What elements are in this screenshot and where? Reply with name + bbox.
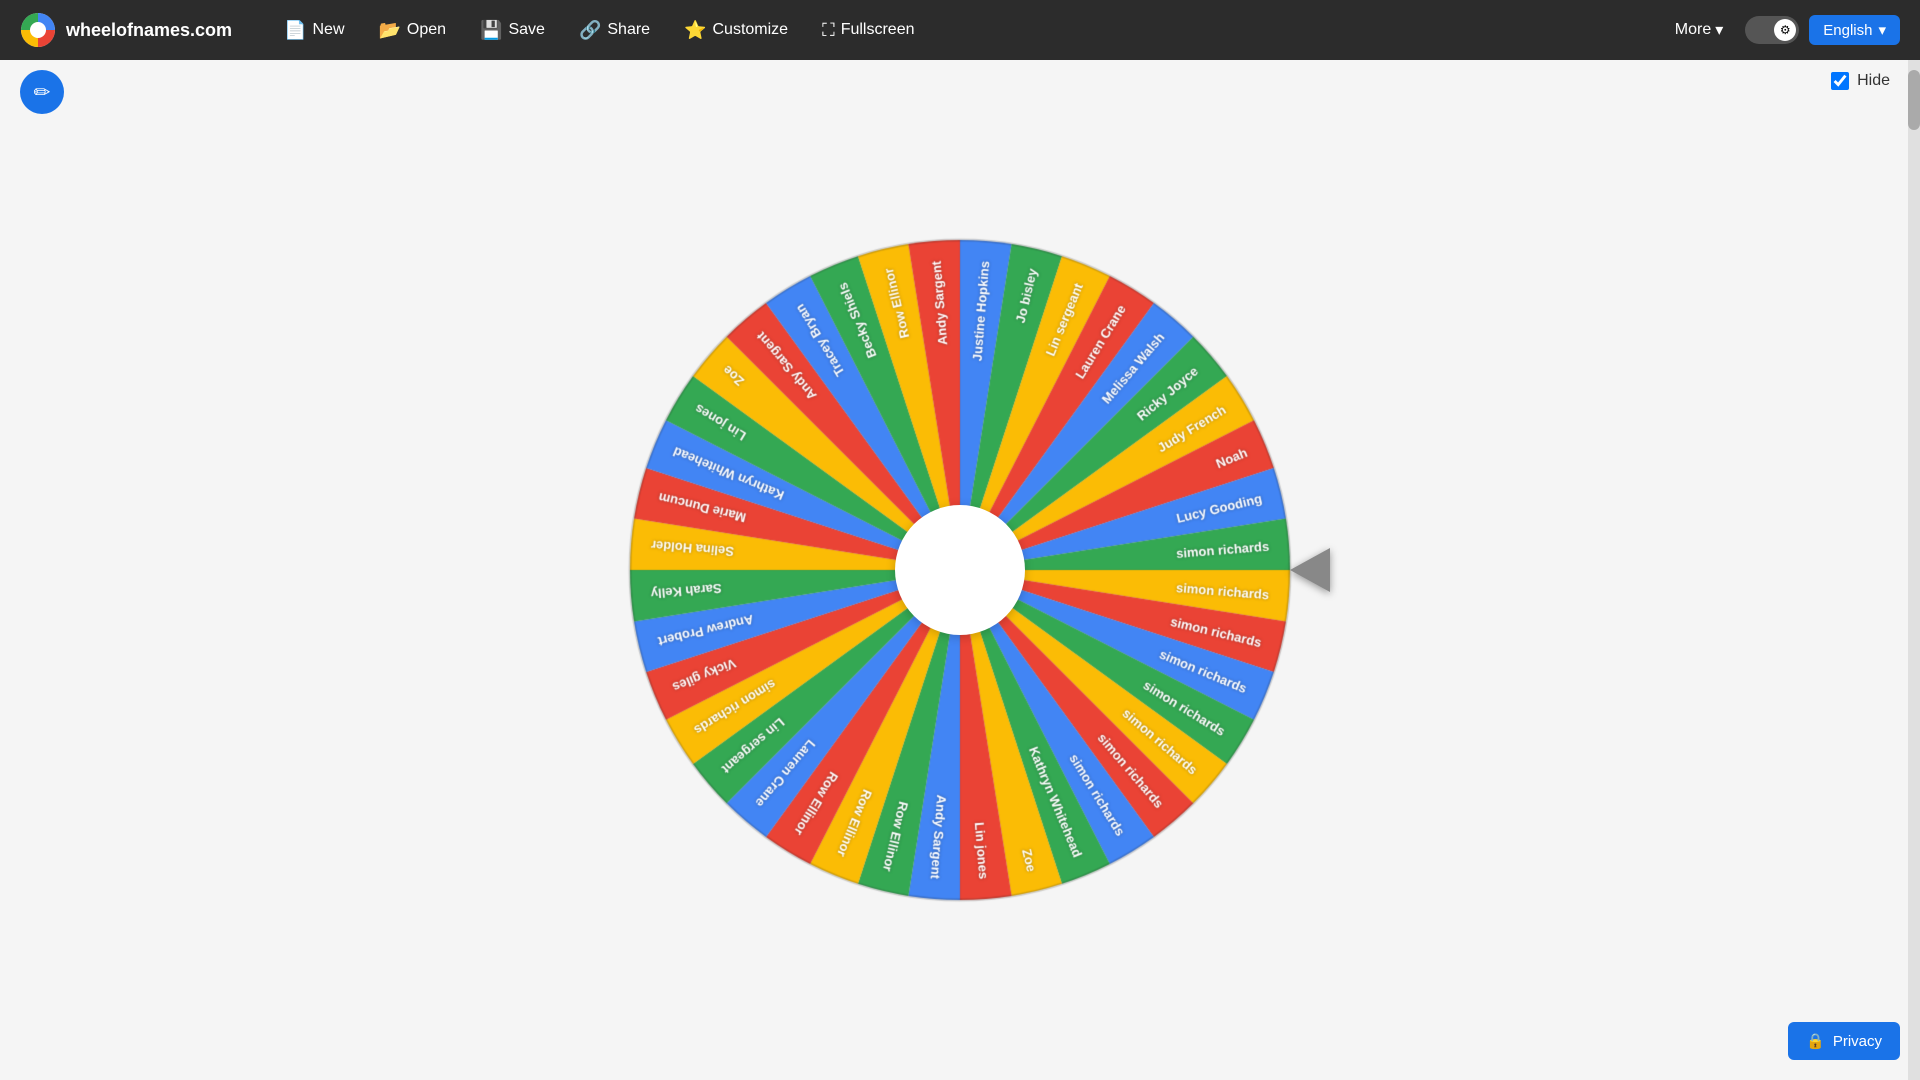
new-label: New: [312, 21, 344, 39]
edit-button[interactable]: ✏: [20, 70, 64, 114]
scrollbar[interactable]: [1908, 60, 1920, 1080]
theme-toggle[interactable]: ⚙: [1745, 16, 1799, 44]
share-label: Share: [607, 21, 650, 39]
save-button[interactable]: 💾 Save: [468, 14, 557, 47]
more-chevron-icon: ▾: [1715, 20, 1723, 40]
hide-checkbox[interactable]: [1831, 72, 1849, 90]
customize-icon: ⭐: [684, 20, 706, 41]
scrollbar-thumb[interactable]: [1908, 70, 1920, 130]
wheel-container: [0, 60, 1920, 1080]
fullscreen-button[interactable]: ⛶ Fullscreen: [810, 14, 926, 47]
hide-area: Hide: [1831, 72, 1890, 90]
share-button[interactable]: 🔗 Share: [567, 14, 662, 47]
language-label: English: [1823, 22, 1872, 39]
privacy-label: Privacy: [1833, 1033, 1882, 1050]
wheel-wrapper[interactable]: [620, 230, 1300, 910]
logo-area: wheelofnames.com: [20, 12, 232, 48]
more-label: More: [1675, 21, 1711, 39]
site-title: wheelofnames.com: [66, 20, 232, 41]
wheel-center: [895, 505, 1025, 635]
wheel-pointer: [1290, 548, 1330, 592]
open-button[interactable]: 📂 Open: [367, 14, 459, 47]
customize-button[interactable]: ⭐ Customize: [672, 14, 800, 47]
privacy-icon: 🔒: [1806, 1032, 1825, 1050]
open-icon: 📂: [379, 20, 401, 41]
logo-icon: [20, 12, 56, 48]
more-button[interactable]: More ▾: [1663, 14, 1735, 46]
pencil-icon: ✏: [34, 80, 51, 105]
customize-label: Customize: [713, 21, 789, 39]
open-label: Open: [407, 21, 446, 39]
language-button[interactable]: English ▾: [1809, 15, 1900, 45]
toggle-knob: ⚙: [1774, 19, 1796, 41]
save-icon: 💾: [480, 20, 502, 41]
hide-label[interactable]: Hide: [1857, 72, 1890, 90]
language-chevron-icon: ▾: [1878, 21, 1886, 39]
fullscreen-label: Fullscreen: [841, 21, 915, 39]
new-button[interactable]: 📄 New: [272, 14, 356, 47]
privacy-button[interactable]: 🔒 Privacy: [1788, 1022, 1900, 1060]
save-label: Save: [508, 21, 544, 39]
navbar: wheelofnames.com 📄 New 📂 Open 💾 Save 🔗 S…: [0, 0, 1920, 60]
new-icon: 📄: [284, 20, 306, 41]
share-icon: 🔗: [579, 20, 601, 41]
fullscreen-icon: ⛶: [822, 20, 835, 41]
